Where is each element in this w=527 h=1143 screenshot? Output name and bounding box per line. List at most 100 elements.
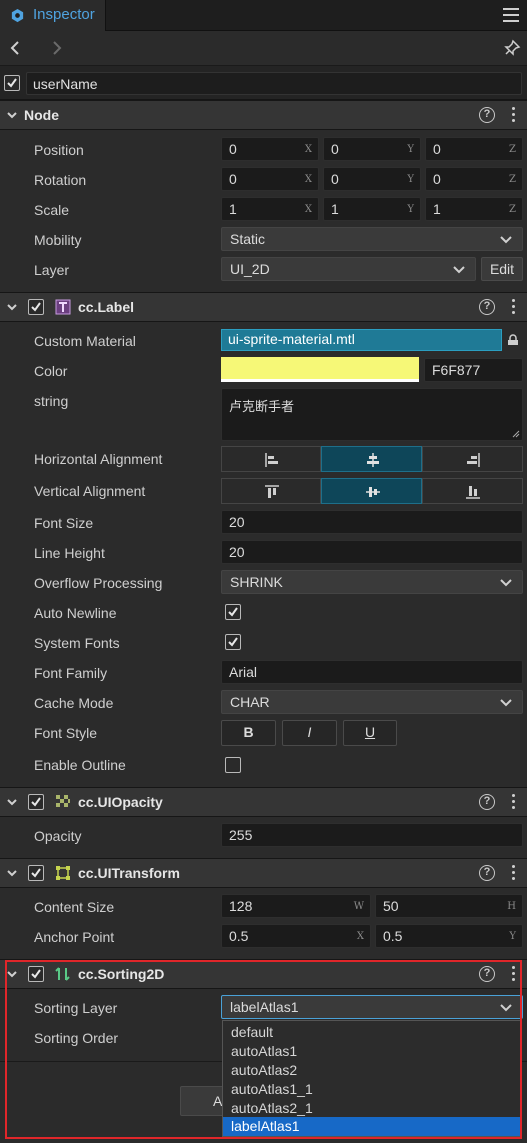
string-label: string (34, 393, 69, 409)
anchor-x-input[interactable]: 0.5 X (221, 924, 371, 948)
node-name-input[interactable]: userName (26, 72, 522, 95)
label-enabled-checkbox[interactable] (28, 299, 44, 315)
scale-z-input[interactable]: 1Z (425, 197, 523, 221)
uitransform-section-header[interactable]: cc.UITransform ? (0, 858, 527, 888)
system-fonts-checkbox[interactable] (225, 634, 241, 650)
rotation-z-input[interactable]: 0Z (425, 167, 523, 191)
panel-menu-icon[interactable] (503, 8, 519, 22)
anchor-y-input[interactable]: 0.5 Y (375, 924, 523, 948)
position-y-value: 0 (331, 141, 339, 157)
color-hex-input[interactable]: F6F877 (424, 358, 523, 382)
align-left-icon (265, 453, 278, 467)
collapse-caret-icon[interactable] (6, 109, 18, 121)
sorting2d-section-header[interactable]: cc.Sorting2D ? (0, 959, 527, 989)
position-z-value: 0 (433, 141, 441, 157)
uiopacity-enabled-checkbox[interactable] (28, 794, 44, 810)
vertical-alignment-label: Vertical Alignment (34, 483, 146, 499)
sorting-option-autoatlas2-1[interactable]: autoAtlas2_1 (223, 1099, 521, 1118)
content-size-height-input[interactable]: 50 H (375, 894, 523, 918)
chevron-down-icon (500, 699, 512, 707)
sorting-layer-select[interactable]: labelAtlas1 (221, 995, 523, 1019)
content-height-value: 50 (383, 898, 399, 914)
cache-mode-select[interactable]: CHAR (221, 690, 523, 714)
line-height-input[interactable]: 20 (221, 540, 523, 564)
node-active-checkbox[interactable] (4, 75, 20, 91)
cache-mode-label: Cache Mode (34, 695, 114, 711)
custom-material-asset-field[interactable]: ui-sprite-material.mtl (221, 329, 502, 351)
font-style-label: Font Style (34, 725, 98, 741)
help-icon[interactable]: ? (479, 865, 495, 881)
font-size-input[interactable]: 20 (221, 510, 523, 534)
section-title: cc.UITransform (78, 865, 180, 881)
layer-select[interactable]: UI_2D (221, 257, 476, 281)
more-options-icon[interactable] (512, 865, 516, 881)
rotation-x-value: 0 (229, 171, 237, 187)
more-options-icon[interactable] (512, 966, 516, 982)
asset-lock-icon[interactable] (506, 333, 520, 347)
chevron-down-icon (500, 236, 512, 244)
scale-z-value: 1 (433, 201, 441, 217)
collapse-caret-icon[interactable] (6, 968, 18, 980)
align-top-button[interactable] (221, 478, 321, 504)
enable-outline-checkbox[interactable] (225, 757, 241, 773)
scale-x-input[interactable]: 1X (221, 197, 319, 221)
back-arrow-icon[interactable] (6, 38, 26, 58)
more-options-icon[interactable] (512, 299, 516, 315)
help-icon[interactable]: ? (479, 299, 495, 315)
sorting-option-default[interactable]: default (223, 1023, 521, 1042)
sorting-layer-value: labelAtlas1 (230, 999, 299, 1015)
inspector-icon (11, 8, 24, 23)
node-section-header[interactable]: Node ? (0, 100, 527, 130)
sorting-option-autoatlas2[interactable]: autoAtlas2 (223, 1061, 521, 1080)
mobility-select[interactable]: Static (221, 227, 523, 251)
bold-toggle[interactable]: B (221, 720, 276, 746)
align-middle-button[interactable] (321, 478, 422, 504)
rotation-y-input[interactable]: 0Y (323, 167, 421, 191)
opacity-input[interactable]: 255 (221, 823, 523, 847)
resize-handle-icon[interactable] (511, 429, 520, 438)
overflow-select[interactable]: SHRINK (221, 570, 523, 594)
more-options-icon[interactable] (512, 794, 516, 810)
align-bottom-button[interactable] (422, 478, 523, 504)
axis-y-label: Y (407, 174, 414, 185)
uitransform-enabled-checkbox[interactable] (28, 865, 44, 881)
position-z-input[interactable]: 0Z (425, 137, 523, 161)
help-icon[interactable]: ? (479, 794, 495, 810)
collapse-caret-icon[interactable] (6, 796, 18, 808)
collapse-caret-icon[interactable] (6, 867, 18, 879)
pin-icon[interactable] (502, 38, 522, 58)
align-right-button[interactable] (422, 446, 523, 472)
forward-arrow-icon[interactable] (46, 38, 66, 58)
sorting-option-autoatlas1-1[interactable]: autoAtlas1_1 (223, 1080, 521, 1099)
sorting2d-enabled-checkbox[interactable] (28, 966, 44, 982)
align-right-icon (467, 453, 480, 467)
font-family-input[interactable]: Arial (221, 660, 523, 684)
axis-z-label: Z (509, 144, 516, 155)
sorting-option-autoatlas1[interactable]: autoAtlas1 (223, 1042, 521, 1061)
color-swatch[interactable] (221, 357, 419, 382)
string-value: 卢克断手者 (229, 400, 295, 415)
sorting-option-labelatlas1[interactable]: labelAtlas1 (223, 1117, 521, 1136)
collapse-caret-icon[interactable] (6, 301, 18, 313)
position-y-input[interactable]: 0Y (323, 137, 421, 161)
layer-edit-button[interactable]: Edit (481, 257, 523, 281)
string-textarea[interactable]: 卢克断手者 (221, 388, 523, 441)
italic-toggle[interactable]: I (282, 720, 337, 746)
help-icon[interactable]: ? (479, 966, 495, 982)
layer-value: UI_2D (230, 261, 270, 277)
content-size-width-input[interactable]: 128 W (221, 894, 371, 918)
scale-y-input[interactable]: 1Y (323, 197, 421, 221)
position-x-input[interactable]: 0X (221, 137, 319, 161)
section-title: cc.Sorting2D (78, 966, 165, 982)
inspector-tab[interactable]: Inspector (0, 0, 106, 31)
underline-toggle[interactable]: U (343, 720, 397, 746)
label-section-header[interactable]: cc.Label ? (0, 292, 527, 322)
more-options-icon[interactable] (512, 107, 516, 123)
align-center-button[interactable] (321, 446, 422, 472)
uiopacity-section-header[interactable]: cc.UIOpacity ? (0, 787, 527, 817)
rotation-x-input[interactable]: 0X (221, 167, 319, 191)
align-left-button[interactable] (221, 446, 321, 472)
help-icon[interactable]: ? (479, 107, 495, 123)
auto-newline-checkbox[interactable] (225, 604, 241, 620)
color-label: Color (34, 363, 68, 379)
